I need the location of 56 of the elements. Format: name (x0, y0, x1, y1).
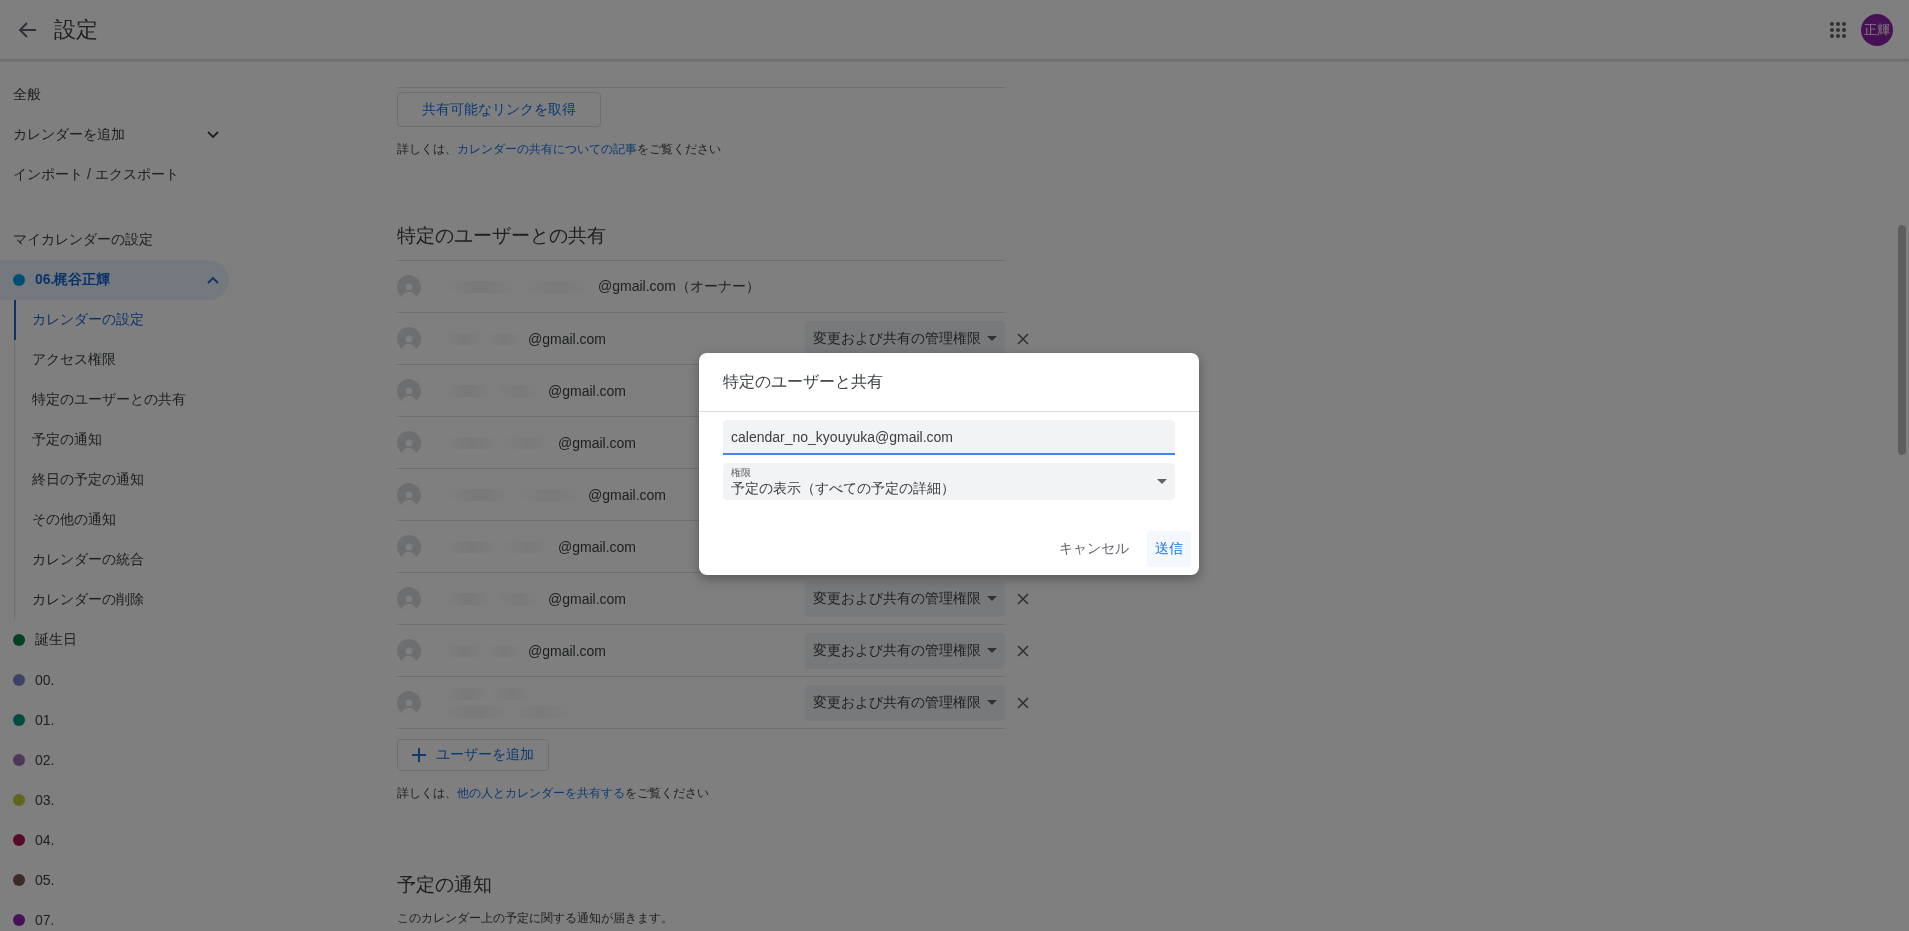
user-email: @gmail.com (558, 538, 636, 555)
plus-icon (412, 748, 426, 762)
dropdown-caret-icon (987, 648, 997, 653)
calendar-item[interactable]: 02. (0, 740, 229, 780)
dropdown-caret-icon (987, 336, 997, 341)
calendar-settings-item[interactable]: カレンダーの削除 (14, 580, 240, 620)
help-link[interactable]: 他の人とカレンダーを共有する (457, 786, 625, 800)
calendar-settings-item[interactable]: カレンダーの設定 (14, 300, 240, 340)
user-email: @gmail.com（オーナー） (598, 277, 760, 296)
section-heading: 予定の通知 (397, 873, 493, 897)
permission-select[interactable]: 権限 予定の表示（すべての予定の詳細） (723, 463, 1175, 500)
permission-dropdown[interactable]: 変更および共有の管理権限 (805, 580, 1005, 617)
add-user-button[interactable]: ユーザーを追加 (397, 739, 549, 771)
calendar-item[interactable]: 06.梶谷正輝 (0, 260, 229, 300)
page-title: 設定 (54, 15, 99, 44)
user-email: @gmail.com (528, 330, 606, 347)
help-link[interactable]: カレンダーの共有についての記事 (457, 142, 637, 156)
help-text: 詳しくは、他の人とカレンダーを共有するをご覧ください (397, 785, 710, 802)
calendar-settings-item[interactable]: その他の通知 (14, 500, 240, 540)
calendar-settings-item[interactable]: 予定の通知 (14, 420, 240, 460)
calendar-item[interactable]: 04. (0, 820, 229, 860)
dropdown-caret-icon (987, 700, 997, 705)
email-input-field[interactable]: calendar_no_kyouyuka@gmail.com (723, 420, 1175, 455)
section-description: このカレンダー上の予定に関する通知が届きます。 (397, 910, 674, 927)
user-avatar[interactable]: 正輝 (1861, 13, 1893, 46)
submit-button[interactable]: 送信 (1147, 531, 1191, 567)
calendar-settings-item[interactable]: アクセス権限 (14, 340, 240, 380)
get-link-button[interactable]: 共有可能なリンクを取得 (397, 92, 601, 127)
section-title: マイカレンダーの設定 (12, 230, 154, 249)
calendar-item[interactable]: 00. (0, 660, 229, 700)
user-email: @gmail.com (588, 486, 666, 503)
calendar-settings-item[interactable]: 特定のユーザーとの共有 (14, 380, 240, 420)
calendar-item[interactable]: 07. (0, 900, 229, 931)
user-email: @gmail.com (558, 434, 636, 451)
cancel-button[interactable]: キャンセル (1051, 531, 1137, 567)
chevron-down-icon (207, 131, 219, 139)
dropdown-caret-icon (1157, 479, 1167, 484)
calendar-settings-item[interactable]: 終日の予定の通知 (14, 460, 240, 500)
scrollbar-thumb[interactable] (1898, 225, 1906, 455)
sidebar-item[interactable]: インポート / エクスポート (0, 155, 229, 195)
dropdown-caret-icon (987, 596, 997, 601)
user-email: @gmail.com (548, 590, 626, 607)
permission-dropdown[interactable]: 変更および共有の管理権限 (805, 632, 1005, 669)
user-email: @gmail.com (548, 382, 626, 399)
sidebar-item[interactable]: カレンダーを追加 (0, 115, 229, 155)
help-text: 詳しくは、カレンダーの共有についての記事をご覧ください (397, 141, 722, 158)
sidebar-item[interactable]: 全般 (0, 75, 229, 115)
user-email: @gmail.com (528, 642, 606, 659)
section-heading: 特定のユーザーとの共有 (397, 224, 607, 248)
calendar-item[interactable]: 01. (0, 700, 229, 740)
calendar-item[interactable]: 05. (0, 860, 229, 900)
calendar-settings-item[interactable]: カレンダーの統合 (14, 540, 240, 580)
calendar-item[interactable]: 03. (0, 780, 229, 820)
calendar-item[interactable]: 誕生日 (0, 620, 229, 660)
dialog-title: 特定のユーザーと共有 (699, 353, 1199, 412)
permission-dropdown[interactable]: 変更および共有の管理権限 (805, 684, 1005, 721)
